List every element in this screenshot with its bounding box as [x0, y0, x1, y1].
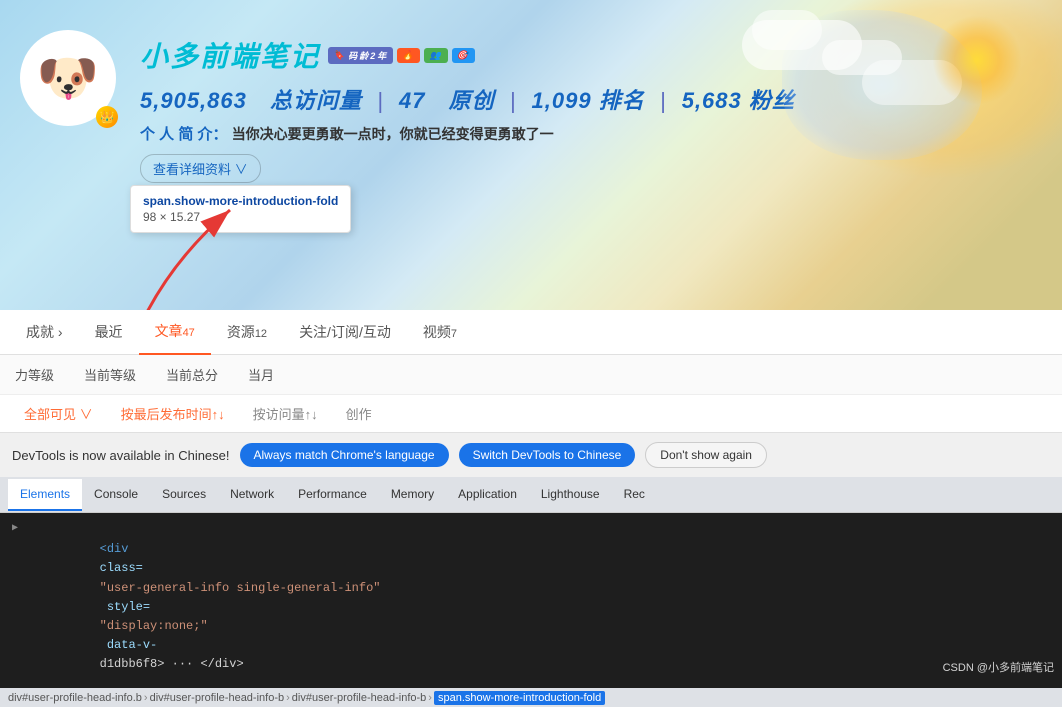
- devtools-tab-console[interactable]: Console: [82, 479, 150, 511]
- devtools-notification-bar: DevTools is now available in Chinese! Al…: [0, 433, 1062, 477]
- badge-icon-3: 🎯: [452, 48, 475, 63]
- devtools-tab-lighthouse[interactable]: Lighthouse: [529, 479, 612, 511]
- profile-name: 小多前端笔记 🔖 码龄2年 🔥 👥 🎯: [140, 35, 795, 75]
- subtab-all-visible[interactable]: 全部可见 ∨: [10, 394, 107, 433]
- site-tabs: 成就 › 最近 文章47 资源12 关注/订阅/互动 视频7: [0, 310, 1062, 355]
- tab-recent[interactable]: 最近: [79, 310, 139, 354]
- notify-text: DevTools is now available in Chinese!: [12, 448, 230, 463]
- view-profile-button[interactable]: 查看详细资料 ∨: [140, 154, 261, 183]
- tab-resources[interactable]: 资源12: [211, 310, 283, 354]
- devtools-tab-memory[interactable]: Memory: [379, 479, 446, 511]
- breadcrumb-item-1: div#user-profile-head-info.b: [8, 692, 142, 704]
- profile-background: 🐶 👑 小多前端笔记 🔖 码龄2年 🔥 👥 🎯 5,905,863 总访问量 |: [0, 0, 1062, 310]
- power-label-current: 当前等级: [84, 365, 136, 384]
- stats-row: 5,905,863 总访问量 | 47 原创 | 1,099 排名 | 5,68…: [140, 83, 795, 115]
- tab-articles[interactable]: 文章47: [139, 309, 211, 355]
- devtools-tabs-bar: Elements Console Sources Network Perform…: [0, 477, 1062, 513]
- tooltip-size: 98 × 15.27: [143, 210, 338, 224]
- badge-icon-1: 🔥: [397, 48, 420, 63]
- devtools-tab-application[interactable]: Application: [446, 479, 529, 511]
- devtools-tab-network[interactable]: Network: [218, 479, 286, 511]
- devtools-breadcrumb: div#user-profile-head-info.b › div#user-…: [0, 688, 1062, 707]
- subtab-sort-time[interactable]: 按最后发布时间↑↓: [107, 394, 239, 433]
- devtools-tab-performance[interactable]: Performance: [286, 479, 379, 511]
- code-area: ▶ <div class= "user-general-info single-…: [0, 513, 1062, 707]
- avatar-badge: 👑: [96, 106, 118, 128]
- breadcrumb-item-3: div#user-profile-head-info-b: [292, 692, 427, 704]
- dont-show-again-button[interactable]: Don't show again: [645, 442, 767, 468]
- tab-videos[interactable]: 视频7: [407, 310, 473, 354]
- tooltip-class-name: span.show-more-introduction-fold: [143, 194, 338, 208]
- breadcrumb-item-2: div#user-profile-head-info-b: [150, 692, 285, 704]
- power-label-level: 力等级: [15, 365, 54, 384]
- power-label-total: 当前总分: [166, 365, 218, 384]
- devtools-tab-sources[interactable]: Sources: [150, 479, 218, 511]
- profile-content: 🐶 👑 小多前端笔记 🔖 码龄2年 🔥 👥 🎯 5,905,863 总访问量 |: [20, 30, 795, 183]
- power-row: 力等级 当前等级 当前总分 当月: [0, 355, 1062, 395]
- switch-to-chinese-button[interactable]: Switch DevTools to Chinese: [459, 443, 636, 467]
- csdn-watermark: CSDN @小多前端笔记: [943, 659, 1054, 675]
- profile-info: 小多前端笔记 🔖 码龄2年 🔥 👥 🎯 5,905,863 总访问量 | 47 …: [140, 30, 795, 183]
- sub-tabs-row: 全部可见 ∨ 按最后发布时间↑↓ 按访问量↑↓ 创作: [0, 395, 1062, 433]
- element-tooltip: span.show-more-introduction-fold 98 × 15…: [130, 185, 351, 233]
- bio-row: 个 人 简 介： 当你决心要更勇敢一点时，你就已经变得更勇敢了一: [140, 123, 795, 144]
- match-language-button[interactable]: Always match Chrome's language: [240, 443, 449, 467]
- devtools-tab-rec[interactable]: Rec: [612, 479, 657, 511]
- badge-icon-2: 👥: [424, 48, 447, 63]
- devtools-panel: ▶ <div class= "user-general-info single-…: [0, 513, 1062, 707]
- code-line-1: ▶ <div class= "user-general-info single-…: [12, 521, 1050, 694]
- profile-name-icons: 🔖 码龄2年 🔥 👥 🎯: [328, 47, 475, 64]
- tab-achievements[interactable]: 成就 ›: [10, 310, 79, 354]
- devtools-tab-elements[interactable]: Elements: [8, 479, 82, 511]
- power-label-month: 当月: [248, 365, 274, 384]
- subtab-sort-views[interactable]: 按访问量↑↓: [239, 394, 332, 433]
- subtab-create[interactable]: 创作: [332, 394, 386, 433]
- tab-follow[interactable]: 关注/订阅/互动: [283, 310, 407, 354]
- avatar-container: 🐶 👑: [20, 30, 120, 130]
- breadcrumb-item-4-highlighted: span.show-more-introduction-fold: [434, 691, 605, 705]
- coding-years-badge: 🔖 码龄2年: [328, 47, 393, 64]
